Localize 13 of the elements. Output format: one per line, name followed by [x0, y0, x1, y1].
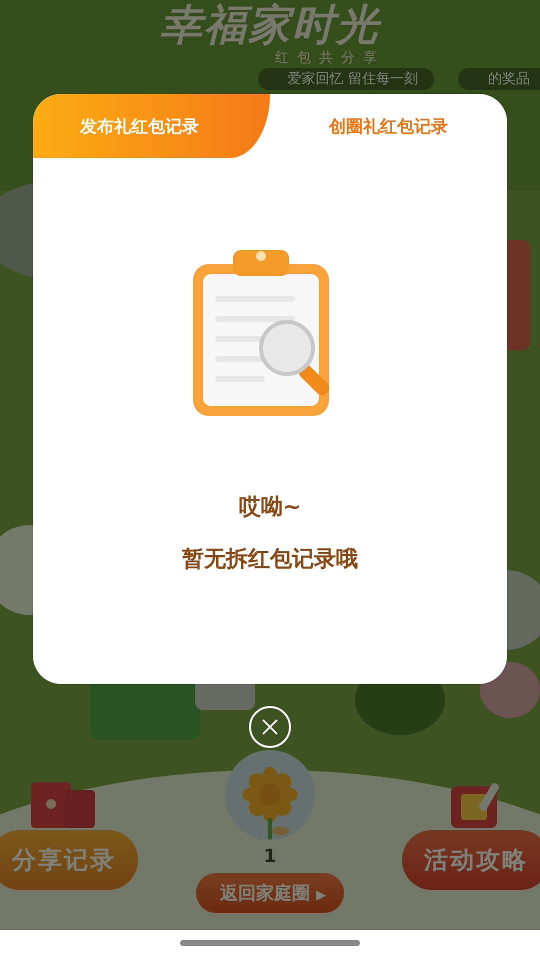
share-records-button[interactable]: 分享记录: [0, 830, 138, 890]
game-subtitle: 红包共分享: [275, 50, 385, 66]
records-tab[interactable]: 发布礼红包记录: [33, 94, 270, 158]
close-icon: [260, 717, 280, 737]
empty-message: 暂无拆红包记录哦: [182, 546, 358, 574]
home-indicator[interactable]: [180, 940, 360, 946]
game-title: 幸福家时光: [160, 0, 380, 50]
empty-title: 哎呦~: [238, 494, 302, 522]
close-button[interactable]: [249, 706, 291, 748]
back-to-family-button[interactable]: 返回家庭圈 ▶: [196, 873, 344, 913]
flower-bush-drawing: [480, 662, 540, 718]
count-label: 1: [264, 846, 276, 867]
activity-guide-button[interactable]: 活动攻略: [402, 830, 540, 890]
